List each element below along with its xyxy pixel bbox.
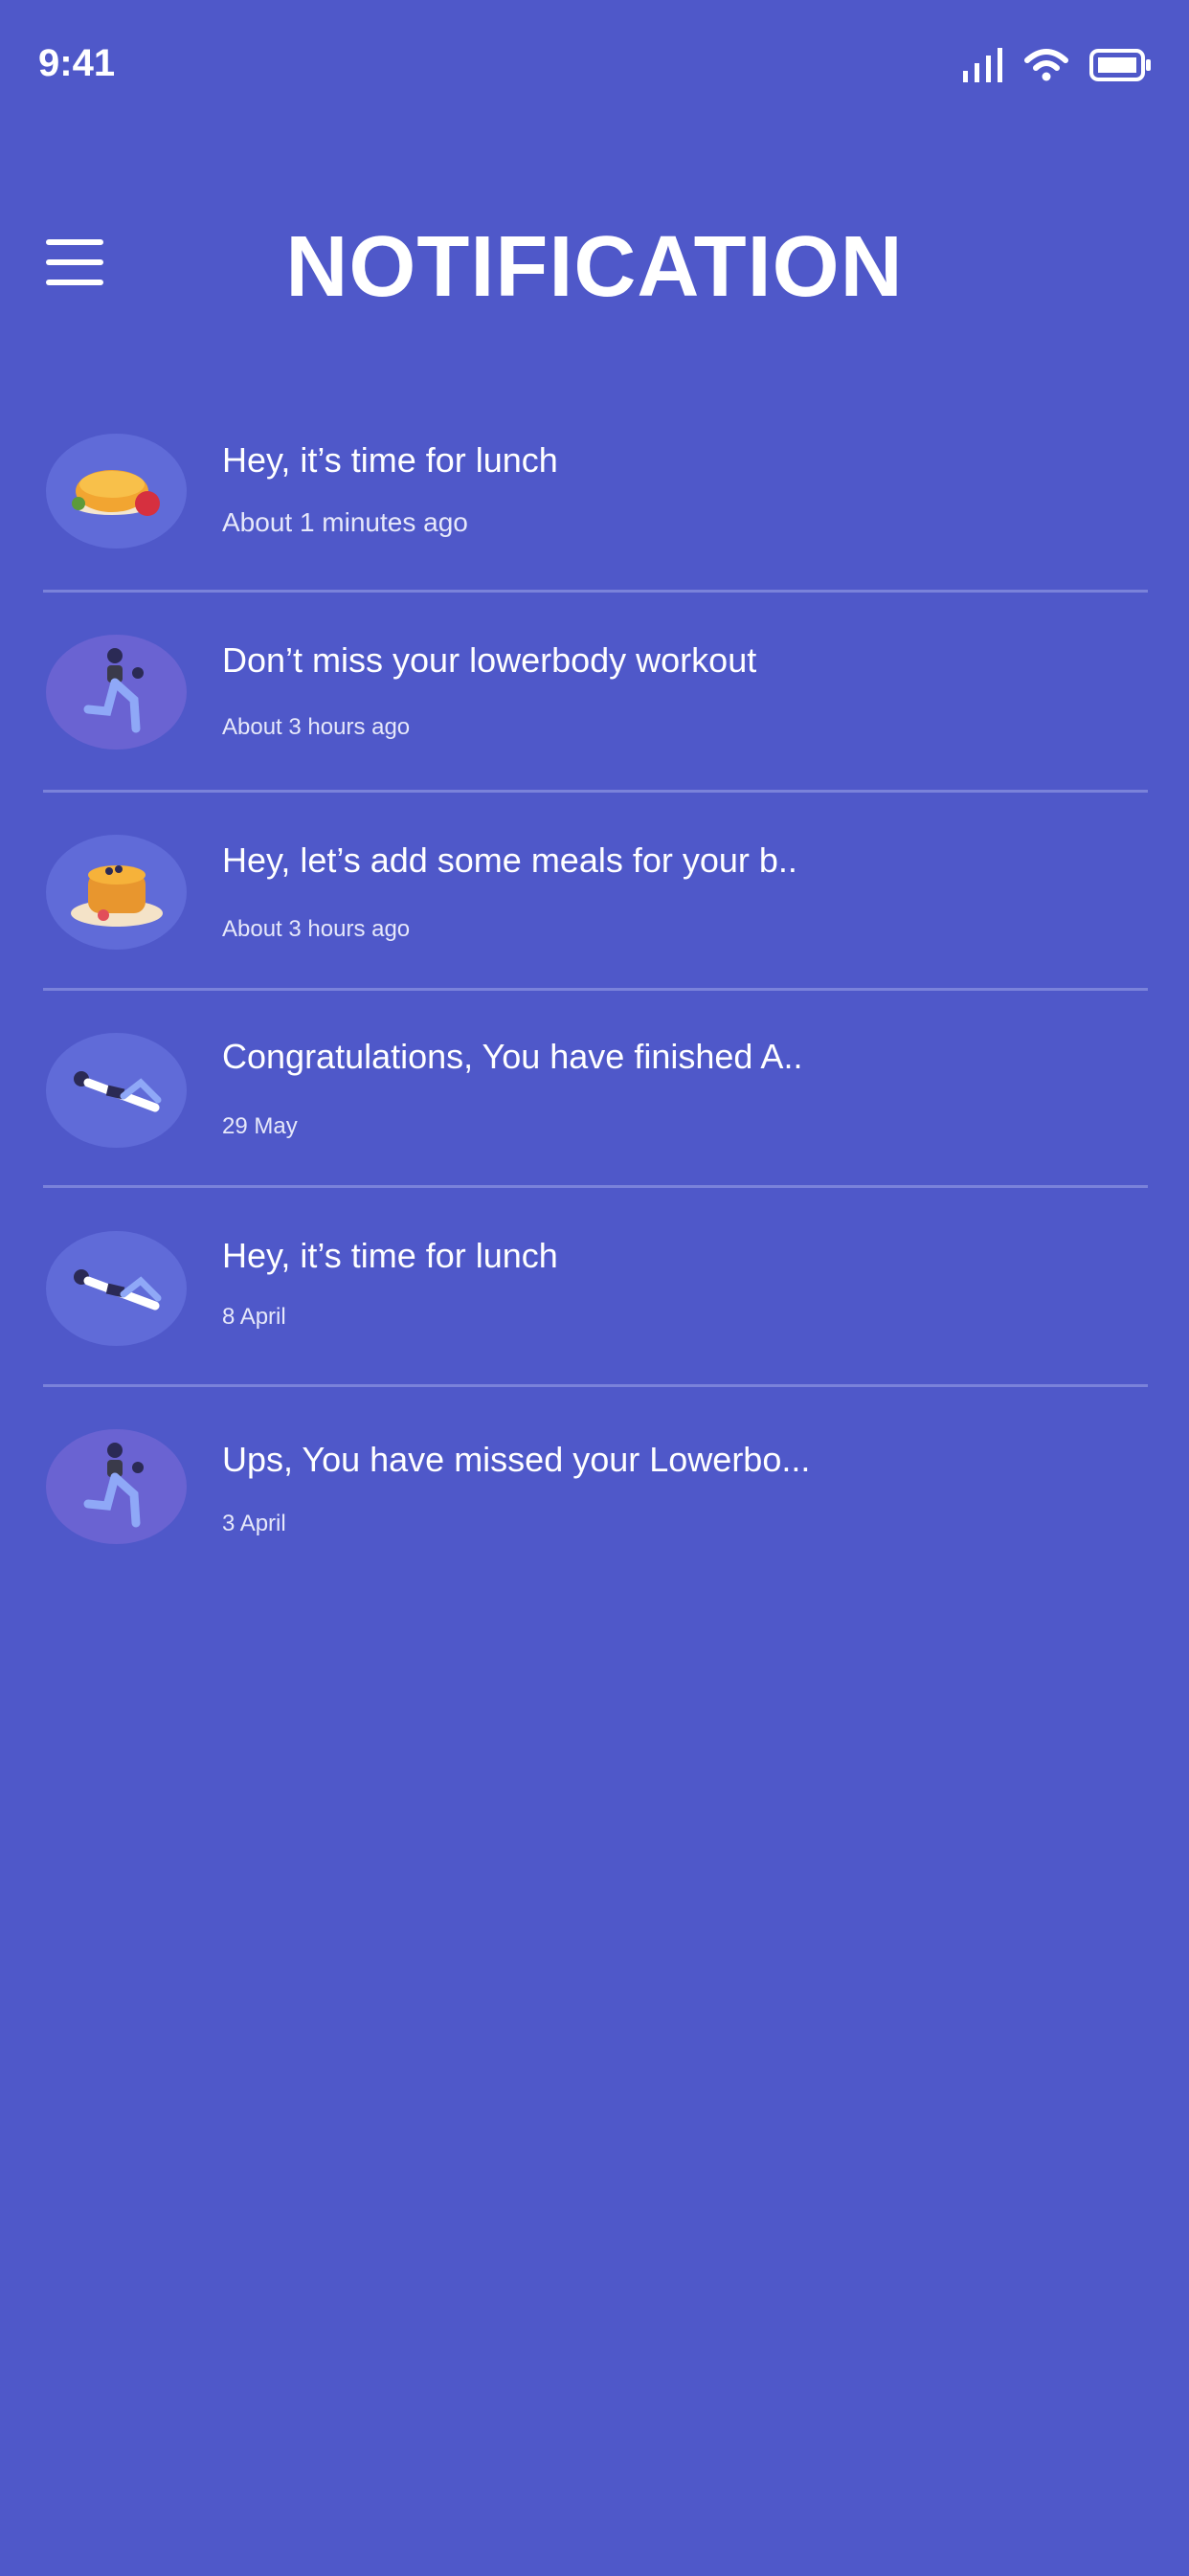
notification-title: Hey, it’s time for lunch (222, 440, 558, 480)
divider (43, 1384, 1148, 1387)
page-title: NOTIFICATION (285, 219, 904, 315)
notification-time: About 1 minutes ago (222, 507, 468, 537)
pie-food-icon (46, 434, 187, 549)
notification-title: Congratulations, You have finished A.. (222, 1037, 803, 1076)
workout-woman-icon (46, 1429, 187, 1544)
notification-time: 3 April (222, 1511, 286, 1536)
notification-title: Don’t miss your lowerbody workout (222, 640, 757, 680)
divider (43, 988, 1148, 991)
divider (43, 790, 1148, 793)
notification-time: 8 April (222, 1304, 286, 1330)
divider (43, 590, 1148, 593)
notification-title: Hey, let’s add some meals for your b.. (222, 840, 797, 880)
workout-woman-icon (46, 635, 187, 750)
notification-title: Ups, You have missed your Lowerbo... (222, 1440, 811, 1479)
divider (43, 1185, 1148, 1188)
pancakes-icon (46, 835, 187, 950)
lying-exercise-icon (46, 1033, 187, 1148)
notification-time: 29 May (222, 1113, 298, 1139)
notification-time: About 3 hours ago (222, 714, 411, 740)
notification-item[interactable]: Ups, You have missed your Lowerbo... 3 Ap… (0, 0, 1189, 1544)
notification-title: Hey, it’s time for lunch (222, 1236, 558, 1275)
lying-exercise-icon (46, 1231, 187, 1346)
notification-time: About 3 hours ago (222, 916, 411, 942)
